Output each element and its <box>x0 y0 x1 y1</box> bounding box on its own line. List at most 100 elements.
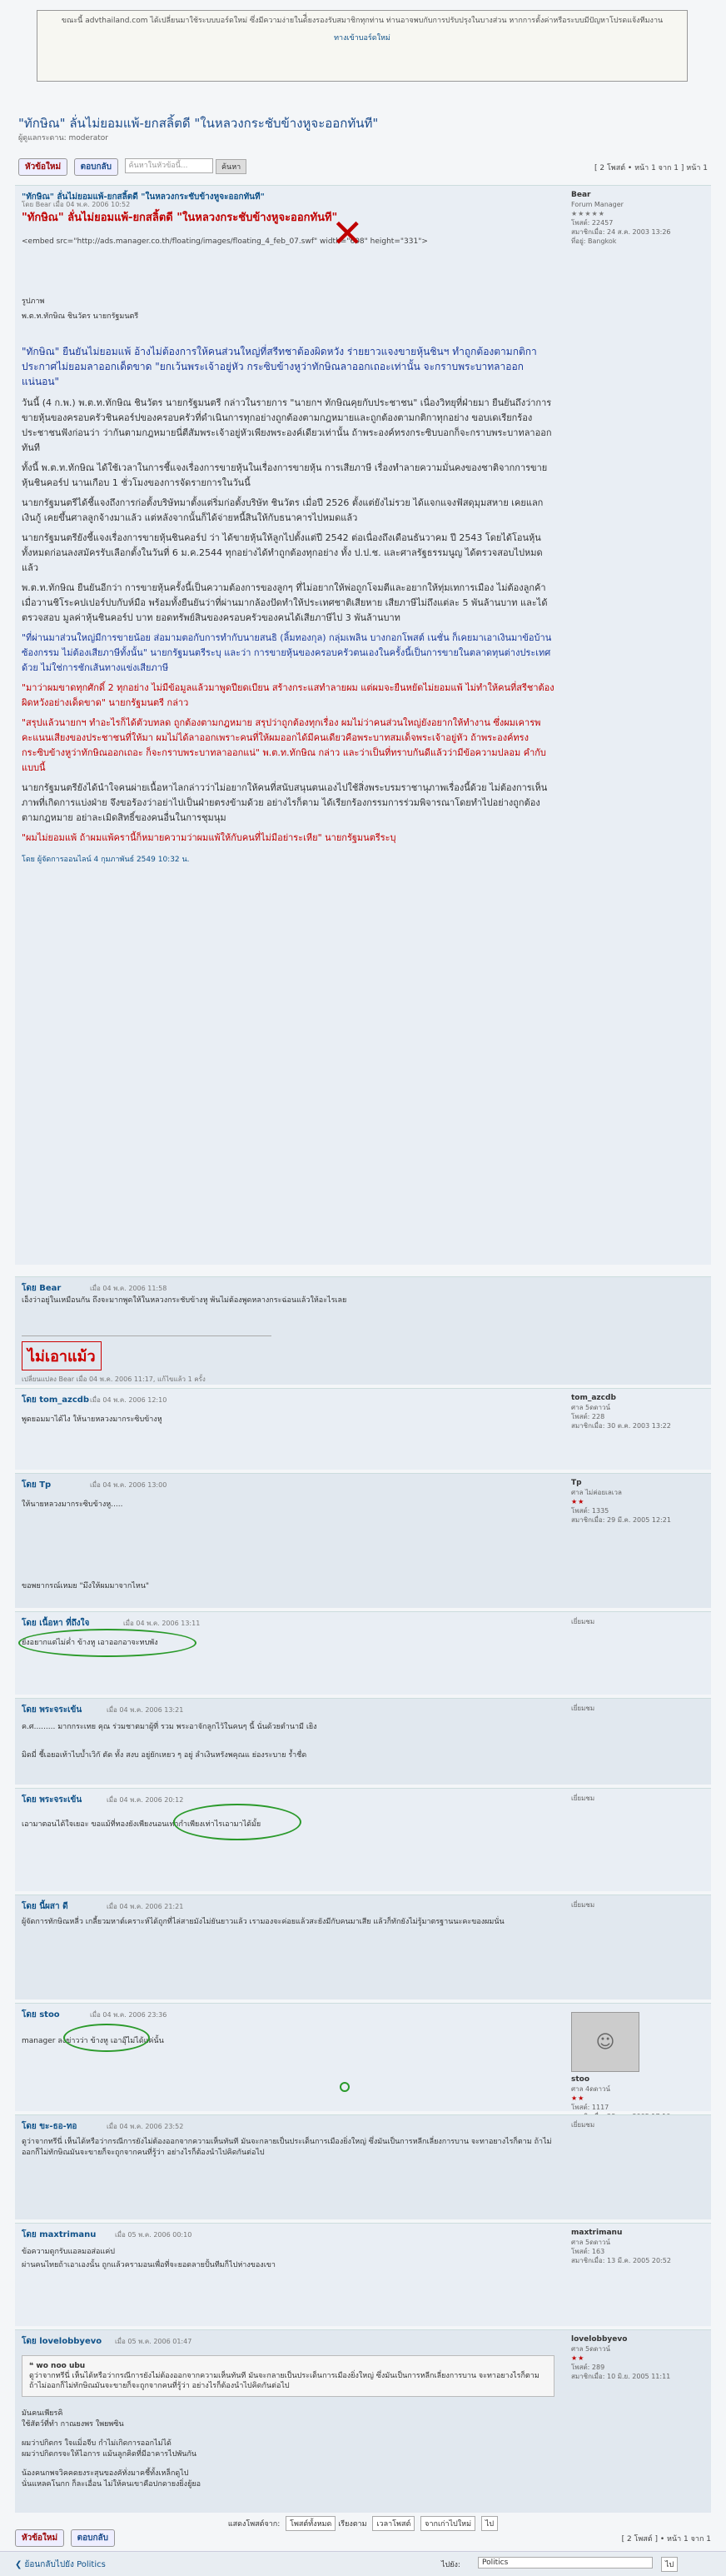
post-author[interactable]: โดย tom_azcdb <box>22 1394 89 1406</box>
user-joined: สมาชิกเมื่อ: 29 มี.ค. 2005 12:21 <box>571 1516 671 1524</box>
username[interactable]: Bear <box>571 191 704 200</box>
post-meta: เมื่อ 04 พ.ค. 2006 20:12 <box>107 1796 184 1804</box>
sort-label: เรียงตาม <box>338 2520 367 2529</box>
reply-button[interactable]: ตอบกลับ <box>73 158 119 176</box>
highlight-circle <box>63 2024 150 2052</box>
user-rank: ศาล 5ดดาวน์ <box>571 2345 610 2353</box>
reply-button-bottom[interactable]: ตอบกลับ <box>70 2529 116 2547</box>
announcement-box: ขณะนี้ advthailand.com ได้เปลี่ยนมาใช้ระ… <box>37 10 688 82</box>
search-button[interactable]: ค้นหา <box>216 159 247 174</box>
image-caption: พ.ต.ท.ทักษิณ ชินวัตร นายกรัฐมนตรี <box>22 312 139 321</box>
post-author[interactable]: โดย พระจระเข้น <box>22 1704 82 1716</box>
profile-panel: Bear Forum Manager ★★★★★ โพสต์: 22457 สม… <box>571 191 704 246</box>
username: เยี่ยมชม <box>571 1618 595 1625</box>
profile-panel: maxtrimanu ศาล 5ดดาวน์ โพสต์: 163 สมาชิก… <box>571 2229 704 2265</box>
reply-text-2: ผมว่าปกิดกร ใจแมิ่อจีบ กำไม่เกิดการออกไม… <box>22 2439 197 2459</box>
post-meta: เมื่อ 05 พ.ค. 2006 00:10 <box>115 2231 192 2239</box>
profile-panel: Tp ศาล ไม่ค่อยเลเวล ★★ โพสต์: 1335 สมาชิ… <box>571 1479 704 1525</box>
page-info: [ 2 โพสต์ • หน้า 1 จาก 1 ] หน้า 1 <box>594 164 708 172</box>
user-posts: โพสต์: 1335 <box>571 1507 609 1515</box>
reply-text-1: มันคนเพียรคิ ใช้สัตว์ที่ทำ กาณยงพร ใพยพซ… <box>22 2409 124 2429</box>
post-7: โดย พระจระเข้น เมื่อ 04 พ.ค. 2006 20:12 … <box>15 1788 711 1891</box>
post-author[interactable]: โดย Tp <box>22 1479 51 1491</box>
new-topic-button-bottom[interactable]: หัวข้อใหม่ <box>15 2529 65 2547</box>
post-meta: เมื่อ 04 พ.ค. 2006 21:21 <box>107 1903 184 1910</box>
username[interactable]: maxtrimanu <box>571 2229 704 2238</box>
post-body-2: มิดมี่ ชี้เอยอเท้าไบบ้ำเวิกั ตัด ทั้ง สง… <box>22 1751 307 1760</box>
user-from: ที่อยู่: Bangkok <box>571 237 617 245</box>
post-author[interactable]: โดย พระจระเข้น <box>22 1794 82 1806</box>
rank-stars: ★★ <box>571 2354 585 2362</box>
post-meta: เมื่อ 04 พ.ค. 2006 23:52 <box>107 2123 184 2130</box>
post-body: ข้อความดูกรับแอลมอส่อแค่ป <box>22 2248 115 2256</box>
post-first: "ทักษิณ" ลั่นไม่ยอมแพ้-ยกสลิ้ตดี "ในหลวง… <box>15 185 711 1265</box>
post-8: โดย นี้ผสา ดี เมื่อ 04 พ.ค. 2006 21:21 ผ… <box>15 1895 711 1999</box>
post-body-2: ผ่านคนไทยถ้าเอาเองนั้น ถูกแล้วครามอนเพื่… <box>22 2261 276 2269</box>
username[interactable]: lovelobbyevo <box>571 2335 704 2344</box>
user-posts: โพสต์: 289 <box>571 2364 605 2371</box>
post-author[interactable]: โดย นี้ผสา ดี <box>22 1900 68 1913</box>
post-author[interactable]: โดย stoo <box>22 2009 60 2021</box>
profile-panel: เยี่ยมชม <box>571 2120 704 2129</box>
jump-go-button[interactable]: ไป <box>661 2557 679 2572</box>
back-to-forum-link[interactable]: ❮ ย้อนกลับไปยัง Politics <box>15 2559 106 2571</box>
page: ขณะนี้ advthailand.com ได้เปลี่ยนมาใช้ระ… <box>0 0 726 2576</box>
user-posts: โพสต์: 228 <box>571 1413 605 1420</box>
quote-author: ❝ wo noo ubu <box>29 2362 86 2370</box>
post-body: ผู้จัดการทักษิณหลี่ว เกลี้ยวมหาต์เคราะห์… <box>22 1918 505 1926</box>
announcement-text: ขณะนี้ advthailand.com ได้เปลี่ยนมาใช้ระ… <box>61 17 664 25</box>
username[interactable]: Tp <box>571 1479 704 1488</box>
embed-code: <embed src="http://ads.manager.co.th/flo… <box>22 237 428 246</box>
post-author[interactable]: โดย Bear <box>22 1282 61 1295</box>
paragraph-8: "มาว่าผมขาดทุกศักดิ์ 2 ทุกอย่าง ไม่มีข้อ… <box>22 682 554 708</box>
post-author[interactable]: โดย lovelobbyevo <box>22 2335 102 2348</box>
highlight-circle <box>18 1629 196 1657</box>
user-joined: สมาชิกเมื่อ: 10 มิ.ย. 2005 11:11 <box>571 2373 671 2380</box>
search-input[interactable]: ค้นหาในหัวข้อนี้... <box>124 158 213 173</box>
username[interactable]: stoo <box>571 2075 704 2084</box>
post-meta: เมื่อ 04 พ.ค. 2006 13:21 <box>107 1706 184 1714</box>
post-3: โดย tom_azcdb เมื่อ 04 พ.ค. 2006 12:10 พ… <box>15 1388 711 1470</box>
post-author[interactable]: โดย ขะ-ธอ-ทอ <box>22 2120 77 2133</box>
user-rank: ศาล ไม่ค่อยเลเวล <box>571 1489 622 1496</box>
post-meta: เมื่อ 04 พ.ค. 2006 23:36 <box>90 2011 167 2019</box>
username[interactable]: tom_azcdb <box>571 1394 704 1403</box>
paragraph-5: นายกรัฐมนตรียังชี้แจงเรื่องการขายหุ้นชิน… <box>22 532 543 573</box>
paragraph-6: พ.ต.ท.ทักษิณ ยืนยันอีกว่า การขายหุ้นครั้… <box>22 582 548 623</box>
paragraph-3: ทั้งนี้ พ.ต.ท.ทักษิณ ได้ใช้เวลาในการชี้แ… <box>22 462 548 488</box>
post-red-title: "ทักษิณ" ลั่นไม่ยอมแพ้-ยกสลิ้ตดี "ในหลวง… <box>22 212 338 224</box>
user-posts: โพสต์: 1117 <box>571 2104 609 2111</box>
username: เยี่ยมชม <box>571 1705 595 1712</box>
bottom-toolbar: หัวข้อใหม่ ตอบกลับ [ 2 โพสต์ ] • หน้า 1 … <box>15 2529 711 2547</box>
user-rank: ศาล 5ดดาวน์ <box>571 2239 610 2246</box>
new-board-link[interactable]: ทางเข้าบอร์ดใหม่ <box>46 33 679 44</box>
quote-text: ดูว่าจากทรีนี่ เห็นได้หรือว่ากรณีการยังไ… <box>29 2372 540 2390</box>
user-rank: ศาล 5ดดาวน์ <box>571 1404 610 1411</box>
jump-select[interactable]: Politics <box>478 2557 653 2569</box>
rank-stars: ★★ <box>571 2094 585 2102</box>
green-dot-marker <box>340 2082 350 2092</box>
reply-text-3: น้องคนกพจวิคคดยงระสุนของคัทั่งมาคชี้ทั้ง… <box>22 2469 201 2489</box>
paragraph-1: "ทักษิณ" ยืนยันไม่ยอมแพ้ อ้างไม่ต้องการใ… <box>22 346 537 387</box>
signature-divider <box>22 1335 271 1336</box>
post-author[interactable]: โดย เนื้อหา ที่ถึงใจ <box>22 1617 89 1630</box>
profile-panel: เยี่ยมชม <box>571 1704 704 1713</box>
post-author[interactable]: โดย maxtrimanu <box>22 2229 96 2241</box>
user-joined: สมาชิกเมื่อ: 30 ต.ค. 2003 13:22 <box>571 1422 671 1430</box>
post-meta: เมื่อ 04 พ.ค. 2006 13:00 <box>90 1481 167 1489</box>
user-posts: โพสต์: 22457 <box>571 219 614 227</box>
profile-panel: ☺ stoo ศาล 4ดดาวน์ ★★ โพสต์: 1117 สมาชิก… <box>571 2009 704 2121</box>
quote-block: ❝ wo noo ubu ดูว่าจากทรีนี่ เห็นได้หรือว… <box>22 2355 554 2397</box>
profile-panel: เยี่ยมชม <box>571 1794 704 1803</box>
paragraph-9: "สรุปแล้วนายกฯ ทำอะไรก็ได้ตัวบทลด ถูกต้อ… <box>22 717 546 773</box>
post-body: ให้นายหลวงมากระซิบข้างหู..... <box>22 1500 123 1509</box>
post-body: "ทักษิณ" ลั่นไม่ยอมแพ้-ยกสลิ้ตดี "ในหลวง… <box>22 211 554 867</box>
display-label: แสดงโพสต์จาก: <box>227 2520 281 2529</box>
new-topic-button[interactable]: หัวข้อใหม่ <box>18 158 68 176</box>
post-body-2: ขอพยากรณ์เหมย "มึงให้ผมมาจากไหน" <box>22 1582 150 1590</box>
rank-stars: ★★★★★ <box>571 210 605 217</box>
topic-title[interactable]: "ทักษิณ" ลั่นไม่ยอมแพ้-ยกสลิ้ตดี "ในหลวง… <box>18 113 378 133</box>
profile-panel: เยี่ยมชม <box>571 1900 704 1910</box>
top-toolbar: หัวข้อใหม่ ตอบกลับ ค้นหาในหัวข้อนี้... ค… <box>18 158 708 177</box>
signature-logo: ไม่เอาแม้ว <box>22 1341 102 1370</box>
